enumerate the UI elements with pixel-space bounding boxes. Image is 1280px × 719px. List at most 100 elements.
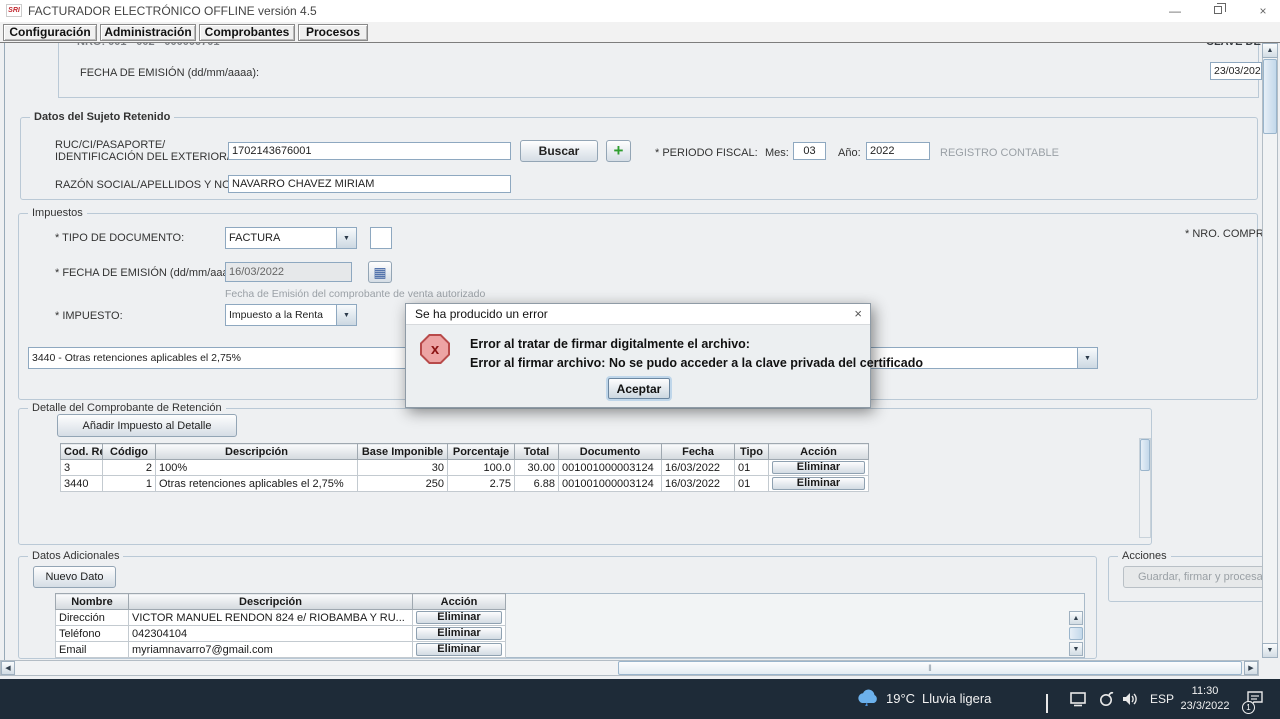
chevron-down-icon[interactable]: ▼ (336, 228, 356, 248)
restore-button[interactable] (1202, 0, 1236, 22)
clock-time: 11:30 (1175, 684, 1235, 699)
arrow-up-icon: ▲ (1267, 47, 1274, 54)
eliminar-button[interactable]: Eliminar (416, 627, 502, 640)
error-message-line1: Error al tratar de firmar digitalmente e… (470, 337, 750, 351)
menu-administracion[interactable]: Administración (100, 24, 196, 41)
col-cod-reten[interactable]: Cod. Reten. (61, 444, 103, 460)
nuevo-dato-button[interactable]: Nuevo Dato (33, 566, 116, 588)
list-item: Email myriamnavarro7@gmail.com Eliminar (56, 642, 506, 658)
detalle-scrollbar-thumb[interactable] (1140, 439, 1150, 471)
weather-temp[interactable]: 19°C (886, 691, 915, 706)
error-dialog-title: Se ha producido un error (415, 307, 548, 321)
nro-clipped-text: NRO: 001 - 002 - 000000701 (77, 43, 497, 49)
arrow-left-icon: ◀ (5, 664, 10, 672)
col-accion[interactable]: Acción (769, 444, 869, 460)
grip-icon: ‖ (928, 663, 932, 673)
main-hscrollbar-thumb[interactable]: ‖ (618, 661, 1242, 675)
weather-description[interactable]: Lluvia ligera (922, 691, 991, 706)
col-codigo[interactable]: Código (103, 444, 156, 460)
fecha-help-text: Fecha de Emisión del comprobante de vent… (225, 288, 485, 300)
meet-now-icon[interactable] (1098, 691, 1114, 707)
restore-icon (1214, 6, 1222, 14)
notification-badge: 1 (1242, 701, 1255, 714)
add-sujeto-button[interactable]: + (606, 140, 631, 162)
minimize-button[interactable]: — (1158, 0, 1192, 22)
eliminar-button[interactable]: Eliminar (772, 477, 865, 490)
chevron-down-icon[interactable]: ▼ (1077, 348, 1097, 368)
adicionales-scrollbar-thumb[interactable] (1069, 627, 1083, 640)
col-porcentaje[interactable]: Porcentaje (448, 444, 515, 460)
weather-cloud-icon[interactable] (856, 689, 880, 706)
calendar-icon: ▦ (373, 264, 386, 281)
col-descripcion-adicional[interactable]: Descripción (129, 594, 413, 610)
taskbar-clock[interactable]: 11:30 23/3/2022 (1175, 684, 1235, 714)
buscar-button[interactable]: Buscar (520, 140, 598, 162)
panel-left-edge (4, 43, 5, 676)
window-titlebar: SRI FACTURADOR ELECTRÓNICO OFFLINE versi… (0, 0, 1280, 22)
impuesto-label: * IMPUESTO: (55, 310, 123, 322)
adicionales-header-row: Nombre Descripción Acción (56, 594, 506, 610)
menu-procesos[interactable]: Procesos (298, 24, 368, 41)
adicionales-scroll-down-button[interactable]: ▼ (1069, 642, 1083, 656)
tipo-documento-combo[interactable]: FACTURA ▼ (225, 227, 357, 249)
fecha-emision-impuesto-label: * FECHA DE EMISIÓN (dd/mm/aaaa): (55, 267, 241, 279)
screen: SRI FACTURADOR ELECTRÓNICO OFFLINE versi… (0, 0, 1280, 719)
group-impuestos-title: Impuestos (28, 207, 87, 219)
taskbar: e X f SRi (0, 679, 1280, 719)
eliminar-button[interactable]: Eliminar (772, 461, 865, 474)
periodo-fiscal-label: * PERIODO FISCAL: (655, 147, 758, 159)
chevron-up-icon (1046, 694, 1048, 713)
eliminar-button[interactable]: Eliminar (416, 611, 502, 624)
col-base-imponible[interactable]: Base Imponible (358, 444, 448, 460)
tray-expand-button[interactable] (1046, 696, 1048, 714)
documento-codigo-field[interactable] (370, 227, 392, 249)
main-scroll-up-button[interactable]: ▲ (1262, 43, 1278, 58)
mes-label: Mes: (765, 147, 789, 159)
main-scroll-right-button[interactable]: ▶ (1244, 661, 1258, 675)
language-indicator[interactable]: ESP (1150, 692, 1174, 706)
col-documento[interactable]: Documento (559, 444, 662, 460)
impuesto-combo[interactable]: Impuesto a la Renta ▼ (225, 304, 357, 326)
clock-date: 23/3/2022 (1175, 699, 1235, 714)
main-vscrollbar-thumb[interactable] (1263, 59, 1277, 134)
fecha-emision-header-field[interactable]: 23/03/2022 (1210, 62, 1262, 80)
registro-contable-label: REGISTRO CONTABLE (940, 147, 1059, 159)
aceptar-button[interactable]: Aceptar (608, 378, 670, 399)
chevron-down-icon[interactable]: ▼ (336, 305, 356, 325)
group-adicionales-title: Datos Adicionales (28, 550, 123, 562)
main-vscrollbar-track[interactable] (1262, 43, 1278, 658)
group-sujeto-title: Datos del Sujeto Retenido (30, 111, 174, 123)
fecha-emision-impuesto-field[interactable]: 16/03/2022 (225, 262, 352, 282)
mes-input[interactable]: 03 (793, 142, 826, 160)
col-total[interactable]: Total (515, 444, 559, 460)
main-scroll-down-button[interactable]: ▼ (1262, 643, 1278, 658)
col-tipo[interactable]: Tipo (735, 444, 769, 460)
col-accion-adicional[interactable]: Acción (413, 594, 506, 610)
arrow-right-icon: ▶ (1248, 664, 1253, 672)
window-title: FACTURADOR ELECTRÓNICO OFFLINE versión 4… (28, 4, 317, 18)
adicionales-scroll-up-button[interactable]: ▲ (1069, 611, 1083, 625)
adicionales-table: Nombre Descripción Acción Dirección VICT… (55, 593, 506, 658)
network-display-icon[interactable] (1070, 691, 1088, 707)
main-scroll-left-button[interactable]: ◀ (1, 661, 15, 675)
group-detalle-title: Detalle del Comprobante de Retención (28, 402, 226, 414)
fecha-emision-label: FECHA DE EMISIÓN (dd/mm/aaaa): (80, 67, 259, 79)
eliminar-button[interactable]: Eliminar (416, 643, 502, 656)
anio-input[interactable]: 2022 (866, 142, 930, 160)
ruc-input[interactable]: 1702143676001 (228, 142, 511, 160)
volume-icon[interactable] (1122, 691, 1140, 707)
dialog-close-button[interactable]: × (854, 306, 862, 321)
col-nombre[interactable]: Nombre (56, 594, 129, 610)
error-dialog-titlebar[interactable]: Se ha producido un error × (406, 304, 870, 325)
col-descripcion[interactable]: Descripción (156, 444, 358, 460)
razon-social-input[interactable]: NAVARRO CHAVEZ MIRIAM (228, 175, 511, 193)
menu-configuracion[interactable]: Configuración (3, 24, 97, 41)
guardar-firmar-button[interactable]: Guardar, firmar y procesa (1123, 566, 1268, 588)
menu-comprobantes[interactable]: Comprobantes (199, 24, 295, 41)
anadir-impuesto-button[interactable]: Añadir Impuesto al Detalle (57, 414, 237, 437)
detalle-header-row: Cod. Reten. Código Descripción Base Impo… (61, 444, 869, 460)
calendar-button[interactable]: ▦ (368, 261, 392, 283)
error-message-line2: Error al firmar archivo: No se pudo acce… (470, 356, 923, 370)
close-button[interactable]: × (1246, 0, 1280, 22)
col-fecha[interactable]: Fecha (662, 444, 735, 460)
